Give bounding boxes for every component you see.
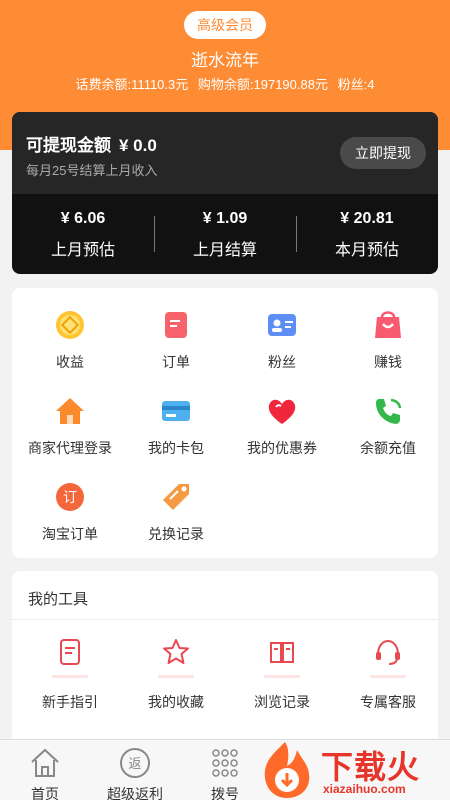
grid-item-label: 我的优惠券 xyxy=(247,440,317,456)
nav-label: 首页 xyxy=(31,786,59,800)
grid-item-label: 赚钱 xyxy=(374,354,402,370)
grid-item-label: 商家代理登录 xyxy=(28,440,112,456)
grid-item-label: 订单 xyxy=(162,354,190,370)
username: 逝水流年 xyxy=(191,51,259,70)
stat-value: ¥ 20.81 xyxy=(340,210,394,227)
stat-label: 本月预估 xyxy=(334,242,399,259)
nav-super-rebate[interactable]: 返 超级返利 xyxy=(100,746,170,800)
grid-item-exchange-records[interactable]: 兑换记录 xyxy=(123,480,229,544)
grid-item-card-wallet[interactable]: 我的卡包 xyxy=(123,394,229,458)
fans-count: 粉丝:4 xyxy=(337,77,375,92)
icon-underline xyxy=(52,675,88,678)
stat-label: 上月预估 xyxy=(50,242,115,259)
house-icon xyxy=(53,394,87,428)
grid-item-my-coupons[interactable]: 我的优惠券 xyxy=(229,394,335,458)
grid-item-balance-topup[interactable]: 余额充值 xyxy=(335,394,441,458)
withdraw-heading: 可提现金额 ¥ 0.0 xyxy=(26,131,157,156)
grid-item-fans[interactable]: 粉丝 xyxy=(229,308,335,372)
nav-label: 超级返利 xyxy=(107,786,163,800)
grid-item-label: 余额充值 xyxy=(360,440,416,456)
order-document-icon xyxy=(159,308,193,342)
grid-item-label: 收益 xyxy=(56,354,84,370)
member-level-badge: 高级会员 xyxy=(184,11,266,39)
withdraw-button[interactable]: 立即提现 xyxy=(340,137,426,169)
tool-customer-service[interactable]: 专属客服 xyxy=(335,635,441,712)
tool-label: 我的收藏 xyxy=(148,694,204,710)
dialpad-icon xyxy=(208,746,242,780)
grid-item-label: 淘宝订单 xyxy=(42,526,98,542)
icon-underline xyxy=(264,675,300,678)
heart-coupon-icon xyxy=(265,394,299,428)
stat-last-month-settled[interactable]: ¥ 1.09 上月结算 xyxy=(154,194,296,274)
shop-balance: 购物余额:197190.88元 xyxy=(197,77,328,92)
tools-title: 我的工具 xyxy=(28,591,89,608)
stat-label: 上月结算 xyxy=(192,242,257,259)
grid-item-orders[interactable]: 订单 xyxy=(123,308,229,372)
tool-label: 专属客服 xyxy=(360,694,416,710)
nav-home[interactable]: 首页 xyxy=(10,746,80,800)
grid-item-merchant-agent-login[interactable]: 商家代理登录 xyxy=(17,394,123,458)
icon-underline xyxy=(370,675,406,678)
guide-document-icon xyxy=(53,635,87,669)
stat-this-month-estimate[interactable]: ¥ 20.81 本月预估 xyxy=(296,194,438,274)
tool-my-favorites[interactable]: 我的收藏 xyxy=(123,635,229,712)
wallet-card: 可提现金额 ¥ 0.0 每月25号结算上月收入 立即提现 ¥ 6.06 上月预估 … xyxy=(12,112,438,274)
grid-item-earn-money[interactable]: 赚钱 xyxy=(335,308,441,372)
watermark-logo: 下载火 xiazaihuo.com xyxy=(253,740,450,800)
earnings-stats: ¥ 6.06 上月预估 ¥ 1.09 上月结算 ¥ 20.81 本月预估 xyxy=(12,194,438,274)
icon-underline xyxy=(158,675,194,678)
tool-label: 新手指引 xyxy=(42,694,98,710)
tool-beginner-guide[interactable]: 新手指引 xyxy=(17,635,123,712)
phone-icon xyxy=(371,394,405,428)
svg-text:订: 订 xyxy=(63,490,77,506)
grid-item-label: 兑换记录 xyxy=(148,526,204,542)
divider xyxy=(12,619,438,620)
rebate-icon: 返 xyxy=(118,746,152,780)
card-wallet-icon xyxy=(159,394,193,428)
stat-last-month-estimate[interactable]: ¥ 6.06 上月预估 xyxy=(12,194,154,274)
fans-id-card-icon xyxy=(265,308,299,342)
tool-browse-history[interactable]: 浏览记录 xyxy=(229,635,335,712)
settle-note: 每月25号结算上月收入 xyxy=(26,163,158,178)
flame-logo-icon xyxy=(264,742,310,798)
watermark-url: xiazaihuo.com xyxy=(323,782,406,796)
nav-label: 拨号 xyxy=(211,786,239,800)
nav-dial[interactable]: 拨号 xyxy=(190,746,260,800)
grid-item-label: 我的卡包 xyxy=(148,440,204,456)
phone-balance: 话费余额:11110.3元 xyxy=(75,77,189,92)
star-icon xyxy=(159,635,193,669)
function-grid: 收益 订单 粉丝 赚钱 商家代理登录 我的卡包 我的优惠券 余额充值 订 淘宝订… xyxy=(12,288,438,558)
svg-text:返: 返 xyxy=(128,757,141,772)
book-icon xyxy=(265,635,299,669)
tag-icon xyxy=(159,480,193,514)
stat-value: ¥ 6.06 xyxy=(60,210,106,227)
function-grid-card: 收益 订单 粉丝 赚钱 商家代理登录 我的卡包 我的优惠券 余额充值 订 淘宝订… xyxy=(12,288,438,558)
tool-label: 浏览记录 xyxy=(254,694,310,710)
grid-item-taobao-orders[interactable]: 订 淘宝订单 xyxy=(17,480,123,544)
taobao-order-icon: 订 xyxy=(53,480,87,514)
grid-item-label: 粉丝 xyxy=(268,354,296,370)
stat-value: ¥ 1.09 xyxy=(202,210,248,227)
home-icon xyxy=(28,746,62,780)
withdraw-title: 可提现金额 xyxy=(26,136,111,155)
earnings-coin-icon xyxy=(53,308,87,342)
shopping-bag-icon xyxy=(371,308,405,342)
withdraw-section: 可提现金额 ¥ 0.0 每月25号结算上月收入 立即提现 xyxy=(12,112,438,194)
balance-summary: 话费余额:11110.3元 购物余额:197190.88元 粉丝:4 xyxy=(0,74,450,93)
withdraw-amount: ¥ 0.0 xyxy=(119,136,157,155)
grid-item-earnings[interactable]: 收益 xyxy=(17,308,123,372)
headset-icon xyxy=(371,635,405,669)
